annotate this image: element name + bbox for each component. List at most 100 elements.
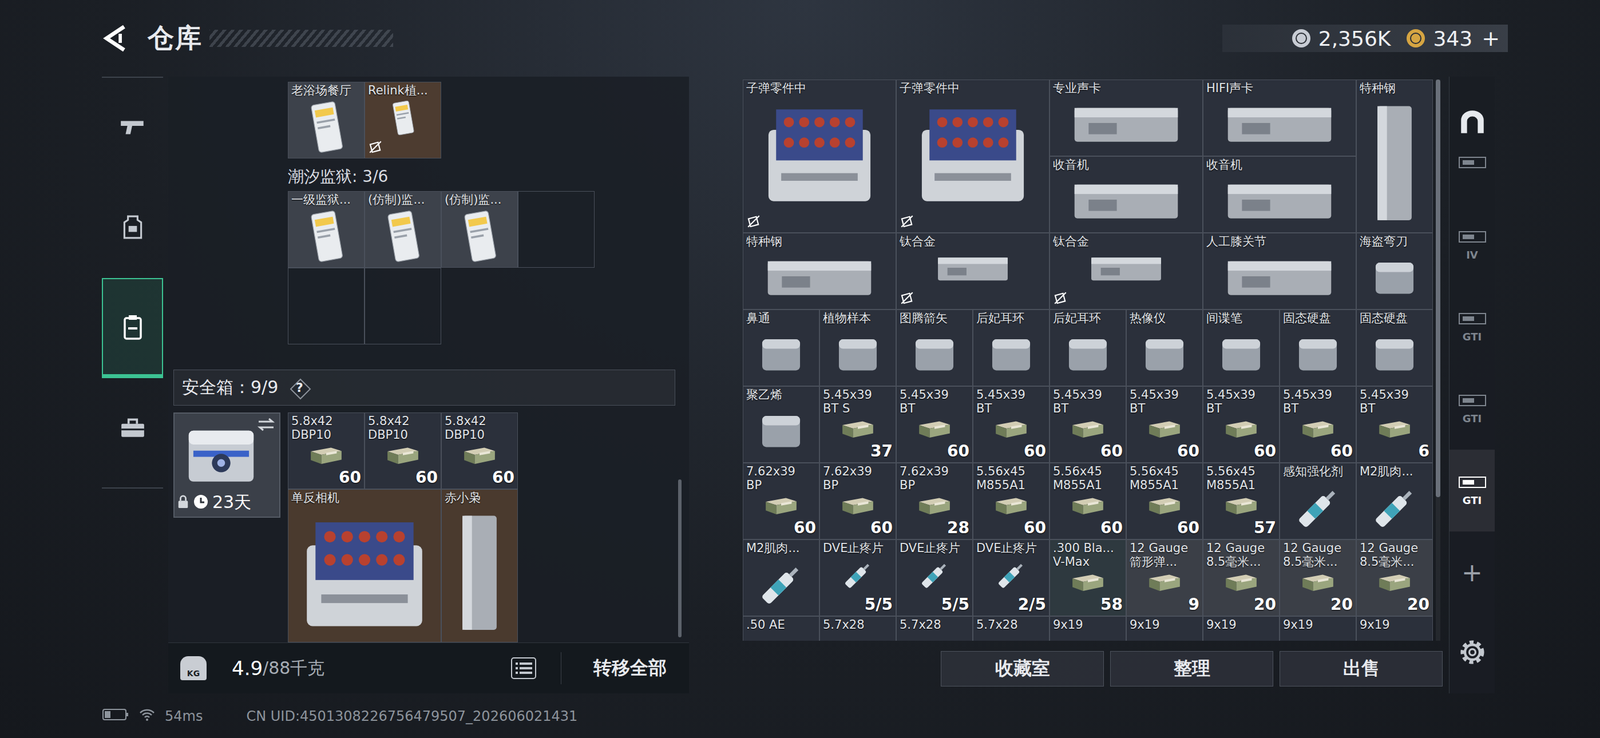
inventory-item[interactable]: 5.8x42 DBP1060 (364, 412, 442, 490)
nav-item[interactable] (101, 77, 164, 178)
inventory-item[interactable]: 7.62x39 BP60 (819, 462, 897, 540)
inventory-item[interactable]: 5.45x39 BT60 (1049, 386, 1127, 463)
inventory-item[interactable]: 9x19 (1356, 616, 1433, 641)
inventory-item[interactable]: 12 Gauge 箭形弹...9 (1126, 539, 1203, 617)
inventory-item[interactable]: 单反相机 (287, 489, 442, 643)
back-arrow-icon[interactable] (101, 24, 129, 53)
inventory-item[interactable]: 专业声卡 (1049, 79, 1203, 157)
inventory-item[interactable]: 5.45x39 BT6 (1356, 386, 1433, 463)
inventory-item[interactable]: 收音机 (1049, 156, 1203, 233)
inventory-item[interactable]: 感知强化剂 (1279, 462, 1357, 540)
inventory-item[interactable]: 子弹零件中 (742, 79, 897, 233)
inventory-item[interactable]: (仿制)监... (441, 191, 518, 268)
add-currency-button[interactable]: + (1481, 25, 1500, 51)
tab-label: GTI (1462, 330, 1482, 343)
gear-icon[interactable] (1449, 629, 1495, 676)
inventory-item[interactable]: 5.56x45 M855A157 (1202, 462, 1280, 540)
nav-item[interactable] (101, 278, 164, 379)
inventory-item[interactable]: 赤小枭 (441, 489, 518, 643)
stash-tab[interactable]: GTI (1449, 367, 1495, 450)
inventory-item[interactable]: 老浴场餐厅 (287, 81, 365, 159)
inventory-item[interactable]: (仿制)监... (364, 191, 442, 268)
nav-item[interactable] (101, 177, 164, 279)
inventory-item[interactable]: DVE止疼片5/5 (819, 539, 897, 617)
item-name: 9x19 (1282, 618, 1353, 633)
inventory-item[interactable]: 热像仪 (1126, 309, 1203, 387)
inventory-item[interactable]: 5.8x42 DBP1060 (441, 412, 518, 490)
inventory-item[interactable]: 一级监狱... (287, 191, 365, 268)
inventory-item[interactable]: 5.45x39 BT60 (896, 386, 973, 463)
inventory-item[interactable]: 植物样本 (819, 309, 897, 387)
inventory-item[interactable]: 固态硬盘 (1356, 309, 1433, 387)
inventory-item[interactable]: .50 AE (742, 616, 820, 641)
inventory-item[interactable]: DVE止疼片5/5 (896, 539, 973, 617)
transfer-all-button[interactable]: 转移全部 (560, 652, 676, 685)
safe-box[interactable]: 23天 (173, 412, 281, 518)
inventory-item[interactable]: 7.62x39 BP28 (896, 462, 973, 540)
inventory-item[interactable]: 固态硬盘 (1279, 309, 1357, 387)
inventory-item[interactable]: 5.45x39 BT60 (1126, 386, 1203, 463)
inventory-item[interactable]: 5.56x45 M855A160 (1126, 462, 1203, 540)
inventory-item[interactable]: 12 Gauge 8.5毫米...20 (1279, 539, 1357, 617)
inventory-item[interactable]: 12 Gauge 8.5毫米...20 (1202, 539, 1280, 617)
item-footer: 37 (822, 441, 893, 461)
inventory-item[interactable]: 5.45x39 BT60 (1279, 386, 1357, 463)
inventory-item[interactable]: 间谍笔 (1202, 309, 1280, 387)
inventory-item[interactable]: 后妃耳环 (1049, 309, 1127, 387)
inventory-item[interactable]: 聚乙烯 (742, 386, 820, 463)
inventory-item[interactable]: 海盗弯刀 (1356, 232, 1433, 310)
action-button[interactable]: 出售 (1279, 651, 1443, 687)
inventory-item[interactable]: 鼻通 (742, 309, 820, 387)
inventory-item[interactable]: Relink植... (364, 81, 442, 159)
inventory-item[interactable]: 钛合金 (1049, 232, 1203, 310)
inventory-item[interactable]: HIFI声卡 (1202, 79, 1357, 157)
inventory-item[interactable]: 5.7x28 (972, 616, 1050, 641)
add-tab-button[interactable]: + (1449, 531, 1495, 613)
empty-slot[interactable] (517, 191, 595, 268)
action-button[interactable]: 整理 (1110, 651, 1274, 687)
inventory-item[interactable]: 人工膝关节 (1202, 232, 1357, 310)
help-button[interactable]: ? (289, 378, 310, 398)
inventory-item[interactable]: 9x19 (1202, 616, 1280, 641)
inventory-item[interactable]: 5.45x39 BT60 (1202, 386, 1280, 463)
empty-slot[interactable] (287, 267, 365, 345)
inventory-item[interactable]: 9x19 (1049, 616, 1127, 641)
inventory-item[interactable]: DVE止疼片2/5 (972, 539, 1050, 617)
inventory-item[interactable]: 5.56x45 M855A160 (972, 462, 1050, 540)
inventory-item[interactable]: 5.45x39 BT60 (972, 386, 1050, 463)
action-button[interactable]: 收藏室 (940, 651, 1104, 687)
nav-item[interactable] (101, 378, 164, 479)
inventory-item[interactable]: 12 Gauge 8.5毫米...20 (1356, 539, 1433, 617)
inventory-item[interactable]: 5.8x42 DBP1060 (287, 412, 365, 490)
stash-tab[interactable]: GTI (1449, 449, 1495, 532)
home-icon[interactable] (1449, 93, 1495, 152)
weight-current: 4.9 (231, 656, 263, 680)
scrollbar[interactable] (678, 479, 682, 638)
scrollbar[interactable] (1435, 79, 1441, 641)
inventory-item[interactable]: M2肌肉... (1356, 462, 1433, 540)
inventory-item[interactable]: 后妃耳环 (972, 309, 1050, 387)
inventory-item[interactable]: 5.7x28 (819, 616, 897, 641)
inventory-item[interactable]: 9x19 (1279, 616, 1357, 641)
inventory-item[interactable]: 子弹零件中 (896, 79, 1050, 233)
inventory-item[interactable]: 5.7x28 (896, 616, 973, 641)
swap-icon[interactable] (256, 417, 276, 433)
inventory-item[interactable]: 7.62x39 BP60 (742, 462, 820, 540)
inventory-item[interactable]: 收音机 (1202, 156, 1357, 233)
stash-tab[interactable]: IV (1449, 204, 1495, 287)
inventory-item[interactable]: 图腾箭矢 (896, 309, 973, 387)
item-name: 5.45x39 BT (1052, 388, 1123, 416)
stash-tab[interactable] (1449, 151, 1495, 205)
scrollbar-thumb[interactable] (1435, 79, 1441, 498)
inventory-item[interactable]: 5.45x39 BT S37 (819, 386, 897, 463)
inventory-item[interactable]: M2肌肉... (742, 539, 820, 617)
inventory-item[interactable]: 9x19 (1126, 616, 1203, 641)
stash-tab[interactable]: GTI (1449, 286, 1495, 368)
inventory-item[interactable]: .300 Bla... V-Max58 (1049, 539, 1127, 617)
inventory-item[interactable]: 特种钢 (1356, 79, 1433, 233)
list-icon[interactable] (509, 656, 538, 680)
inventory-item[interactable]: 钛合金 (896, 232, 1050, 310)
empty-slot[interactable] (364, 267, 442, 345)
inventory-item[interactable]: 5.56x45 M855A160 (1049, 462, 1127, 540)
inventory-item[interactable]: 特种钢 (742, 232, 897, 310)
